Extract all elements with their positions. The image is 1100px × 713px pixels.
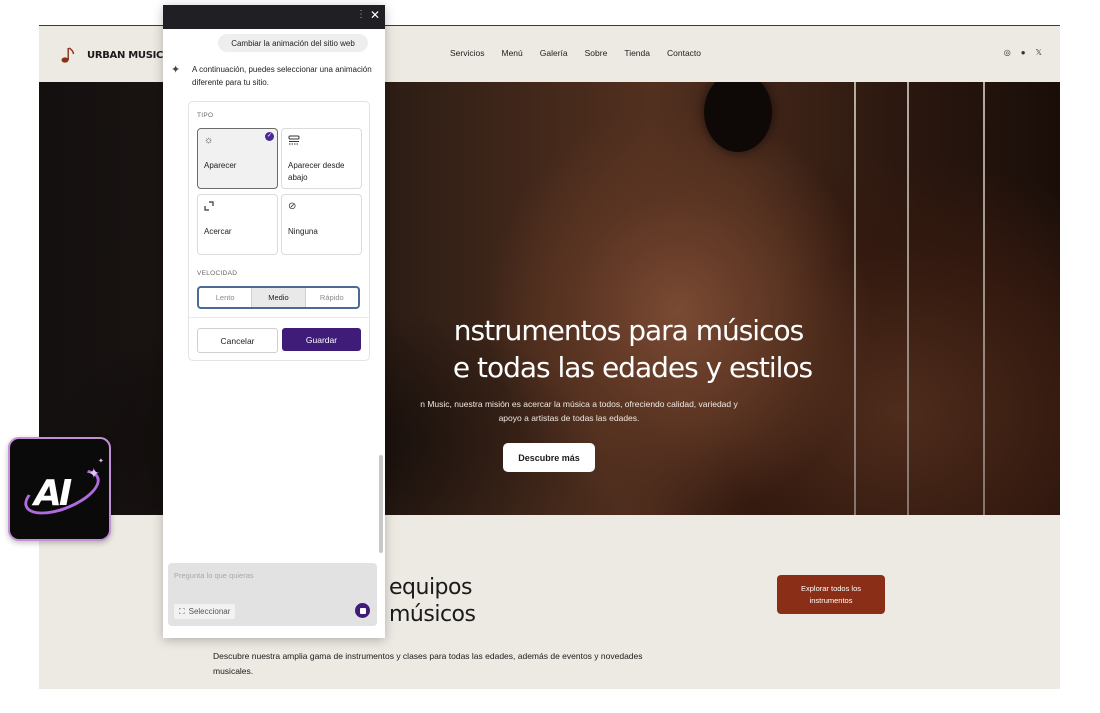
explore-instruments-button[interactable]: Explorar todos los instrumentos [777,575,885,614]
divider [189,317,369,318]
stop-icon [359,607,366,614]
x-icon[interactable]: 𝕏 [1036,48,1042,57]
ai-app-icon[interactable]: AI ✦ ✦ [8,437,111,541]
option-aparecer[interactable]: ☼ ✓ Aparecer [197,128,278,189]
option-aparecer-desde-abajo[interactable]: Aparecer desde abajo [281,128,362,189]
scrollbar[interactable] [379,455,383,553]
nav-item-tienda[interactable]: Tienda [624,48,650,58]
hero-subtitle: n Music, nuestra misión es acercar la mú… [359,397,779,425]
user-message: Cambiar la animación del sitio web [218,34,368,52]
option-label: Acercar [204,227,232,236]
panel-titlebar: ⋮ ✕ [163,5,385,29]
option-label: Ninguna [288,227,318,236]
nav-item-sobre[interactable]: Sobre [585,48,608,58]
option-label: Aparecer desde abajo [288,161,345,182]
hero-subtitle-line: n Music, nuestra misión es acercar la mú… [420,399,738,409]
speed-medio[interactable]: Medio [252,288,306,307]
select-button[interactable]: ⛶ Seleccionar [174,604,236,619]
nav-item-galeria[interactable]: Galería [540,48,568,58]
section-description-line: Descubre nuestra amplia gama de instrume… [213,651,643,661]
more-options-icon[interactable]: ⋮ [356,9,366,20]
check-icon: ✓ [265,132,274,141]
none-icon: ⊘ [288,201,297,212]
ai-message: A continuación, puedes seleccionar una a… [192,65,372,87]
instagram-icon[interactable]: ◎ [1004,48,1011,57]
violin-string [907,82,909,515]
speed-selector: Lento Medio Rápido [197,286,360,309]
section-description: Descubre nuestra amplia gama de instrume… [213,649,733,679]
sparkle-icon: ✦ [98,458,104,465]
ai-app-label: AI [34,473,72,514]
section-title-line: músicos [389,602,476,627]
speed-label: VELOCIDAD [197,270,238,277]
close-icon[interactable]: ✕ [370,8,380,22]
section-title-line: equipos [389,575,472,600]
discover-more-button[interactable]: Descubre más [503,443,595,472]
explore-label-line: instrumentos [809,595,853,605]
select-frame-icon: ⛶ [179,606,185,616]
section-title: equipos músicos [389,574,476,628]
option-label: Aparecer [204,161,237,170]
section-description-line: musicales. [213,666,254,676]
site-logo[interactable]: URBAN MUSIC [61,46,163,64]
violin-string [983,82,985,515]
prompt-input[interactable]: Pregunta lo que quieras ⛶ Seleccionar [168,563,377,626]
music-note-icon [61,47,75,63]
select-label: Seleccionar [188,607,231,616]
violin-f-hole [704,82,772,152]
speed-rapido[interactable]: Rápido [306,288,358,307]
explore-label-line: Explorar todos los [800,583,862,593]
nav-item-contacto[interactable]: Contacto [667,48,701,58]
ai-sparkle-icon: ✦ [171,64,181,76]
zoom-icon [204,201,214,211]
sparkle-icon: ✦ [88,465,100,481]
type-label: TIPO [197,112,214,119]
option-ninguna[interactable]: ⊘ Ninguna [281,194,362,255]
save-button[interactable]: Guardar [282,328,361,351]
ai-assistant-panel: ⋮ ✕ Cambiar la animación del sitio web ✦… [163,5,385,638]
animation-settings-card: TIPO ☼ ✓ Aparecer Aparecer desde abajo A… [188,101,370,361]
facebook-icon[interactable]: ● [1021,48,1026,57]
sun-icon: ☼ [204,135,214,146]
site-nav: Servicios Menú Galería Sobre Tienda Cont… [450,48,701,58]
slide-up-icon [288,135,300,145]
cancel-button[interactable]: Cancelar [197,328,278,353]
speed-lento[interactable]: Lento [199,288,253,307]
prompt-placeholder: Pregunta lo que quieras [174,571,254,580]
stop-button[interactable] [355,603,370,618]
nav-item-menu[interactable]: Menú [501,48,522,58]
logo-text: URBAN MUSIC [87,49,164,61]
violin-string [854,82,856,515]
hero-subtitle-line: apoyo a artistas de todas las edades. [498,413,640,423]
option-acercar[interactable]: Acercar [197,194,278,255]
nav-item-servicios[interactable]: Servicios [450,48,484,58]
social-links: ◎ ● 𝕏 [1004,48,1042,57]
